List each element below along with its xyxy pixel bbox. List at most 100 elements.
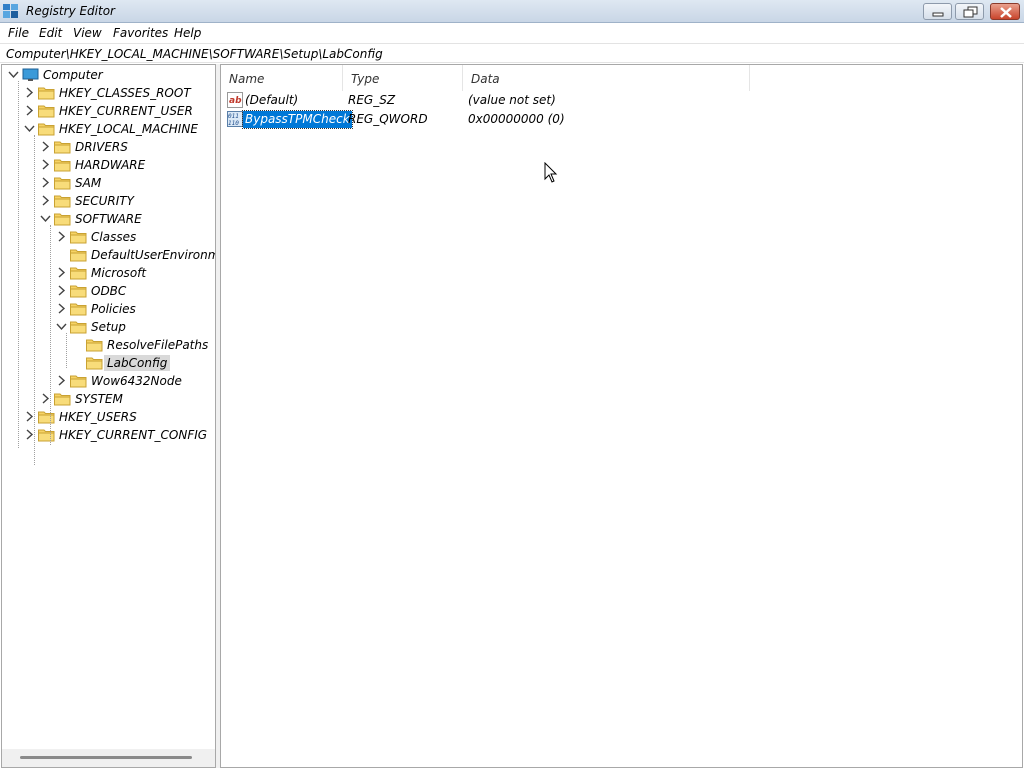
chevron-right-icon[interactable]	[40, 177, 51, 188]
chevron-down-icon[interactable]	[8, 69, 19, 80]
tree-guide-line	[66, 333, 67, 368]
key-tree[interactable]: Computer HKEY_CLASSES_ROOT HKEY_CURRENT_US…	[1, 64, 216, 768]
chevron-right-icon[interactable]	[40, 159, 51, 170]
folder-icon	[38, 87, 55, 100]
chevron-right-icon[interactable]	[40, 195, 51, 206]
svg-text:ab: ab	[229, 96, 242, 106]
chevron-right-icon[interactable]	[56, 285, 67, 296]
folder-icon	[54, 159, 71, 172]
folder-icon	[54, 141, 71, 154]
tree-node-label: Computer	[43, 68, 103, 82]
folder-icon	[38, 105, 55, 118]
chevron-down-icon[interactable]	[24, 123, 35, 134]
values-list[interactable]: Name Type Data ab (Default) REG_SZ (valu…	[220, 64, 1023, 768]
chevron-right-icon[interactable]	[24, 87, 35, 98]
menu-view[interactable]: View	[73, 26, 102, 40]
menu-bar: File Edit View Favorites Help	[0, 23, 1024, 42]
column-name-label: Name	[229, 72, 265, 86]
column-header-type[interactable]: Type	[343, 65, 463, 91]
tree-node-label: HKEY_CURRENT_USER	[59, 104, 193, 118]
tree-node-label: SAM	[75, 176, 102, 190]
folder-icon	[70, 375, 87, 388]
folder-icon	[70, 231, 87, 244]
address-path: Computer\HKEY_LOCAL_MACHINE\SOFTWARE\Set…	[6, 47, 383, 61]
tree-guide-line	[18, 81, 19, 448]
tree-node-label: HARDWARE	[75, 158, 146, 172]
tree-node-label: HKEY_CURRENT_CONFIG	[59, 428, 208, 442]
string-value-icon: ab	[227, 92, 243, 108]
chevron-right-icon[interactable]	[56, 231, 67, 242]
tree-node-label: LabConfig	[104, 355, 171, 371]
value-row[interactable]: ab (Default) REG_SZ (value not set)	[221, 91, 821, 110]
svg-text:011: 011	[228, 113, 239, 120]
tree-node-hkey-classes-root[interactable]: HKEY_CLASSES_ROOT	[2, 84, 215, 102]
menu-help[interactable]: Help	[174, 26, 201, 40]
chevron-right-icon[interactable]	[56, 303, 67, 314]
folder-icon	[70, 285, 87, 298]
computer-icon	[22, 68, 39, 81]
column-header-data[interactable]: Data	[463, 65, 750, 91]
value-data: (value not set)	[468, 93, 556, 107]
chevron-right-icon[interactable]	[56, 267, 67, 278]
value-type: REG_QWORD	[348, 112, 428, 126]
tree-node-label: Microsoft	[91, 266, 147, 280]
folder-icon	[38, 411, 55, 424]
tree-node-label: DefaultUserEnvironment	[91, 248, 215, 262]
chevron-right-icon[interactable]	[24, 105, 35, 116]
tree-node-label: HKEY_LOCAL_MACHINE	[59, 122, 198, 136]
close-button[interactable]	[990, 3, 1020, 20]
menu-edit[interactable]: Edit	[39, 26, 62, 40]
chevron-down-icon[interactable]	[56, 321, 67, 332]
folder-icon	[70, 303, 87, 316]
folder-icon	[54, 195, 71, 208]
scrollbar-thumb[interactable]	[20, 756, 192, 759]
tree-guide-line	[50, 225, 51, 445]
tree-node-label: SOFTWARE	[75, 212, 142, 226]
chevron-right-icon[interactable]	[40, 141, 51, 152]
folder-icon	[54, 213, 71, 226]
tree-node-label: Setup	[91, 320, 126, 334]
tree-node-label: HKEY_CLASSES_ROOT	[59, 86, 191, 100]
column-divider[interactable]	[749, 65, 750, 91]
folder-icon	[86, 339, 103, 352]
folder-icon	[54, 177, 71, 190]
svg-text:110: 110	[228, 120, 239, 127]
folder-icon	[70, 321, 87, 334]
tree-node-label: SYSTEM	[75, 392, 123, 406]
column-type-label: Type	[351, 72, 380, 86]
value-name: (Default)	[245, 93, 299, 107]
horizontal-scrollbar[interactable]	[2, 749, 215, 767]
folder-icon	[38, 123, 55, 136]
tree-node-label: ODBC	[91, 284, 127, 298]
window-title: Registry Editor	[26, 4, 115, 18]
folder-icon	[54, 393, 71, 406]
registry-editor-icon	[3, 4, 18, 18]
restore-button[interactable]	[955, 3, 984, 20]
tree-node-label: Classes	[91, 230, 137, 244]
address-bar[interactable]: Computer\HKEY_LOCAL_MACHINE\SOFTWARE\Set…	[0, 43, 1024, 63]
value-row-selected[interactable]: 011 110 BypassTPMCheck REG_QWORD 0x00000…	[221, 110, 821, 129]
menu-file[interactable]: File	[8, 26, 29, 40]
tree-node-label: ResolveFilePaths	[107, 338, 209, 352]
value-type: REG_SZ	[348, 93, 396, 107]
tree-node-label: HKEY_USERS	[59, 410, 137, 424]
folder-icon	[38, 429, 55, 442]
chevron-right-icon[interactable]	[56, 375, 67, 386]
column-header-name[interactable]: Name	[221, 65, 343, 91]
minimize-icon	[932, 12, 944, 17]
menu-favorites[interactable]: Favorites	[113, 26, 168, 40]
tree-node-label: Wow6432Node	[91, 374, 182, 388]
tree-node-label: SECURITY	[75, 194, 134, 208]
tree-node-hkey-current-user[interactable]: HKEY_CURRENT_USER	[2, 102, 215, 120]
chevron-down-icon[interactable]	[40, 213, 51, 224]
close-icon	[1000, 7, 1012, 18]
tree-node-label: Policies	[91, 302, 136, 316]
tree-guide-line	[34, 135, 35, 465]
mouse-cursor-icon	[544, 162, 558, 183]
minimize-button[interactable]	[923, 3, 952, 20]
folder-icon	[70, 267, 87, 280]
restore-icon	[963, 6, 978, 18]
tree-node-computer[interactable]: Computer	[2, 66, 215, 84]
folder-icon	[70, 249, 87, 262]
value-data: 0x00000000 (0)	[468, 112, 565, 126]
